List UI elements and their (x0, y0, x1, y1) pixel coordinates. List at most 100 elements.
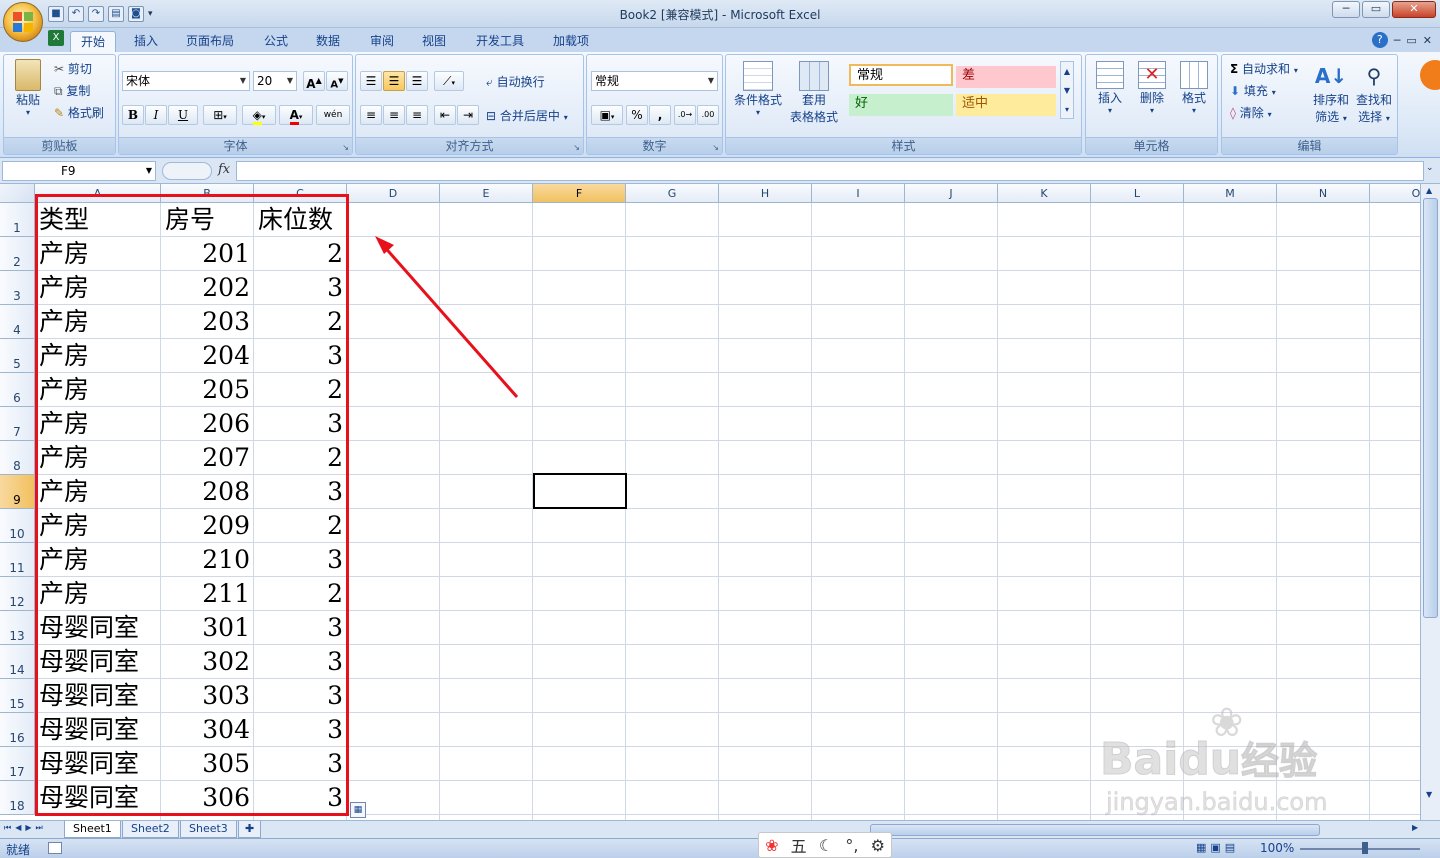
row-header-10[interactable]: 10 (0, 509, 35, 543)
column-header-h[interactable]: H (719, 184, 812, 203)
column-header-n[interactable]: N (1277, 184, 1370, 203)
font-size-select[interactable]: 20 ▼ (253, 71, 297, 91)
row-header-4[interactable]: 4 (0, 305, 35, 339)
workbook-minimize-button[interactable]: ─ (1394, 34, 1401, 47)
column-header-e[interactable]: E (440, 184, 533, 203)
merge-center-button[interactable]: ⊟ 合并后居中 ▾ (486, 107, 568, 124)
fill-color-button[interactable]: ◈▾ (242, 105, 276, 125)
increase-decimal-button[interactable]: .0→ (674, 105, 696, 125)
vertical-scroll-thumb[interactable] (1423, 198, 1438, 618)
underline-button[interactable]: U (168, 105, 198, 125)
tab-review[interactable]: 审阅 (360, 31, 404, 52)
tab-view[interactable]: 视图 (412, 31, 456, 52)
tab-developer[interactable]: 开发工具 (466, 31, 534, 52)
tab-data[interactable]: 数据 (306, 31, 350, 52)
zoom-slider-handle[interactable] (1362, 842, 1368, 854)
close-button[interactable]: ✕ (1392, 1, 1436, 18)
row-header-12[interactable]: 12 (0, 577, 35, 611)
tab-page-layout[interactable]: 页面布局 (176, 31, 244, 52)
zoom-slider[interactable] (1300, 848, 1420, 850)
italic-button[interactable]: I (145, 105, 167, 125)
restore-button[interactable]: ▭ (1362, 1, 1390, 18)
row-header-15[interactable]: 15 (0, 679, 35, 713)
style-good[interactable]: 好 (849, 94, 953, 116)
tab-addins[interactable]: 加载项 (543, 31, 599, 52)
column-header-k[interactable]: K (998, 184, 1091, 203)
column-header-m[interactable]: M (1184, 184, 1277, 203)
currency-button[interactable]: ▣▾ (591, 105, 623, 125)
column-header-d[interactable]: D (347, 184, 440, 203)
name-box[interactable]: F9 ▼ (2, 161, 156, 181)
sheet-tab-1[interactable]: Sheet1 (64, 821, 121, 838)
column-header-j[interactable]: J (905, 184, 998, 203)
column-header-l[interactable]: L (1091, 184, 1184, 203)
insert-sheet-icon[interactable]: ✚ (238, 821, 262, 838)
dialog-launcher-icon[interactable]: ↘ (342, 143, 349, 152)
save-icon[interactable]: ■ (48, 6, 64, 22)
scroll-right-icon[interactable]: ▶ (1412, 823, 1418, 832)
minimize-button[interactable]: ─ (1332, 1, 1360, 18)
grow-font-button[interactable]: A▲ (303, 71, 325, 91)
paw-icon[interactable]: ❀ (765, 836, 778, 855)
tab-formulas[interactable]: 公式 (254, 31, 298, 52)
expand-formula-bar-icon[interactable]: ⌄ (1426, 163, 1434, 173)
find-select-button[interactable]: ⚲ 查找和 选择 ▾ (1354, 61, 1394, 125)
align-center-button[interactable]: ≡ (383, 105, 405, 125)
align-right-button[interactable]: ≡ (406, 105, 428, 125)
autosum-button[interactable]: Σ 自动求和 ▾ (1230, 60, 1298, 77)
formula-input[interactable] (236, 161, 1424, 181)
scroll-up-icon[interactable]: ▲ (1426, 186, 1432, 195)
row-header-13[interactable]: 13 (0, 611, 35, 645)
macro-record-icon[interactable] (48, 842, 62, 854)
ime-mode-label[interactable]: 五 (791, 833, 807, 857)
percent-button[interactable]: % (626, 105, 648, 125)
column-header-o[interactable]: O (1370, 184, 1420, 203)
column-header-i[interactable]: I (812, 184, 905, 203)
workbook-restore-button[interactable]: ▭ (1406, 34, 1416, 47)
row-header-16[interactable]: 16 (0, 713, 35, 747)
increase-indent-button[interactable]: ⇥ (457, 105, 479, 125)
qat-dropdown-icon[interactable]: ▾ (148, 9, 153, 19)
orientation-button[interactable]: ⟋▾ (434, 71, 464, 91)
row-header-9[interactable]: 9 (0, 475, 35, 509)
redo-icon[interactable]: ↷ (88, 6, 104, 22)
vertical-scrollbar[interactable]: ▲ ▼ (1420, 184, 1440, 820)
delete-cells-button[interactable]: ✕ 删除 ▾ (1132, 61, 1172, 115)
row-header-7[interactable]: 7 (0, 407, 35, 441)
phonetic-button[interactable]: wén (316, 105, 350, 125)
row-header-11[interactable]: 11 (0, 543, 35, 577)
shrink-font-button[interactable]: A▼ (326, 71, 348, 91)
moon-icon[interactable]: ☾ (819, 836, 833, 855)
row-header-2[interactable]: 2 (0, 237, 35, 271)
help-icon[interactable]: ? (1371, 32, 1388, 48)
fill-button[interactable]: ⬇ 填充 ▾ (1230, 82, 1276, 99)
clear-button[interactable]: ◊ 清除 ▾ (1230, 104, 1272, 121)
ime-toolbar[interactable]: ❀ 五 ☾ °, ⚙ (758, 832, 892, 858)
row-header-17[interactable]: 17 (0, 747, 35, 781)
sheet-tab-3[interactable]: Sheet3 (180, 821, 237, 838)
tab-home[interactable]: 开始 (70, 31, 117, 52)
format-as-table-button[interactable]: 套用 表格格式 (784, 61, 844, 125)
format-cells-button[interactable]: 格式 ▾ (1174, 61, 1214, 115)
sort-filter-button[interactable]: A↓ 排序和 筛选 ▾ (1311, 61, 1351, 125)
borders-button[interactable]: ⊞▾ (203, 105, 237, 125)
row-header-8[interactable]: 8 (0, 441, 35, 475)
office-button[interactable] (3, 2, 43, 42)
format-painter-button[interactable]: ✎ 格式刷 (54, 104, 104, 121)
decrease-decimal-button[interactable]: .00 (697, 105, 719, 125)
styles-gallery-scroll[interactable]: ▲ ▼ ▾ (1060, 61, 1074, 119)
row-header-3[interactable]: 3 (0, 271, 35, 305)
style-neutral[interactable]: 适中 (956, 94, 1056, 116)
column-header-f[interactable]: F (533, 184, 626, 203)
settings-gear-icon[interactable]: ⚙ (871, 836, 885, 855)
tab-insert[interactable]: 插入 (124, 31, 168, 52)
column-header-g[interactable]: G (626, 184, 719, 203)
wrap-text-button[interactable]: ⤶ 自动换行 (486, 73, 545, 90)
workbook-close-button[interactable]: ✕ (1423, 34, 1432, 47)
style-normal[interactable]: 常规 (849, 64, 953, 86)
font-name-select[interactable]: 宋体 ▼ (122, 71, 250, 91)
row-header-14[interactable]: 14 (0, 645, 35, 679)
print-preview-icon[interactable]: ▤ (108, 6, 124, 22)
paste-options-icon[interactable]: ▦ (350, 802, 366, 818)
align-left-button[interactable]: ≡ (360, 105, 382, 125)
